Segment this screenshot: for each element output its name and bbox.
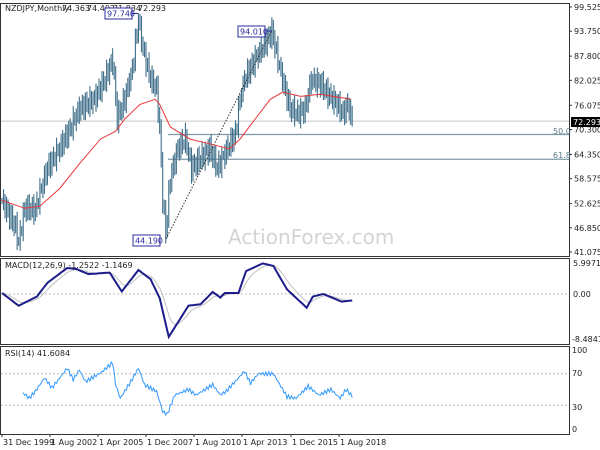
price-tick-label: 99.525 <box>574 3 600 12</box>
date-tick-label: 31 Dec 1999 <box>3 438 54 447</box>
rsi-axis: 100 70 30 0 <box>572 346 587 434</box>
macd-plot <box>1 262 569 340</box>
date-tick-label: 1 Apr 2013 <box>243 438 287 447</box>
main-panel-frame <box>0 3 570 257</box>
current-price-tag: 72.293 <box>571 117 600 127</box>
date-tick-label: 1 Dec 2015 <box>292 438 338 447</box>
svg-text:97.740: 97.740 <box>107 10 135 19</box>
symbol-title: NZDJPY,Monthly <box>5 4 69 13</box>
close-value: 72.293 <box>138 4 166 13</box>
macd-tick: 5.9971 <box>573 259 600 268</box>
date-tick-label: 1 Aug 2018 <box>340 438 386 447</box>
label-low-2008: 44.190 <box>132 234 163 247</box>
watermark: ActionForex.com <box>228 225 394 249</box>
rsi-tick: 100 <box>572 346 587 355</box>
price-tick-label: 58.575 <box>574 175 600 184</box>
macd-signal-line <box>1 264 353 325</box>
label-high-2014: 94.010 <box>237 25 272 38</box>
label-high-2007: 97.740 <box>104 7 138 20</box>
price-tick-label: 76.075 <box>574 101 600 110</box>
svg-text:44.190: 44.190 <box>135 237 163 246</box>
price-tick-label: 41.075 <box>574 248 600 257</box>
date-tick-label: 1 Aug 2002 <box>51 438 97 447</box>
date-axis: 31 Dec 19991 Aug 2002 1 Apr 2005 1 Dec 200… <box>1 434 386 447</box>
price-tick-label: 64.350 <box>574 150 600 159</box>
fib-61.8-label: 61.8 <box>553 151 571 160</box>
chart-canvas: ActionForex.com NZDJPY,Monthly 74.363 74… <box>0 3 600 447</box>
svg-text:94.010: 94.010 <box>240 28 268 37</box>
macd-tick: 0.00 <box>573 290 591 299</box>
rsi-line <box>22 360 353 417</box>
rsi-tick: 70 <box>572 369 582 378</box>
date-tick-label: 1 Apr 2005 <box>99 438 143 447</box>
rsi-title: RSI(14) 41.6084 <box>5 349 70 358</box>
rsi-plot <box>1 360 569 417</box>
price-axis: 99.52593.75087.80082.02576.07570.30064.3… <box>569 3 600 257</box>
fib-50-label: 50.0 <box>553 127 571 136</box>
macd-axis: 5.9971 0.00 -8.4841 <box>572 259 600 344</box>
price-tick-label: 46.850 <box>574 224 600 233</box>
rsi-tick: 0 <box>572 425 577 434</box>
macd-tick: -8.4841 <box>572 335 600 344</box>
price-tick-label: 52.625 <box>574 200 600 209</box>
open-value: 74.363 <box>62 4 90 13</box>
date-tick-label: 1 Aug 2010 <box>195 438 241 447</box>
price-tick-label: 93.750 <box>574 27 600 36</box>
rsi-tick: 30 <box>572 403 582 412</box>
macd-title: MACD(12,26,9) -1.2522 -1.1469 <box>5 261 133 270</box>
macd-line <box>1 262 353 340</box>
price-plot <box>1 13 569 252</box>
svg-text:72.293: 72.293 <box>573 118 600 127</box>
price-tick-label: 87.800 <box>574 52 600 61</box>
chart-window: ActionForex.com NZDJPY,Monthly 74.363 74… <box>0 0 600 450</box>
rsi-panel-frame <box>0 346 570 435</box>
price-tick-label: 82.025 <box>574 76 600 85</box>
date-tick-label: 1 Dec 2007 <box>147 438 193 447</box>
